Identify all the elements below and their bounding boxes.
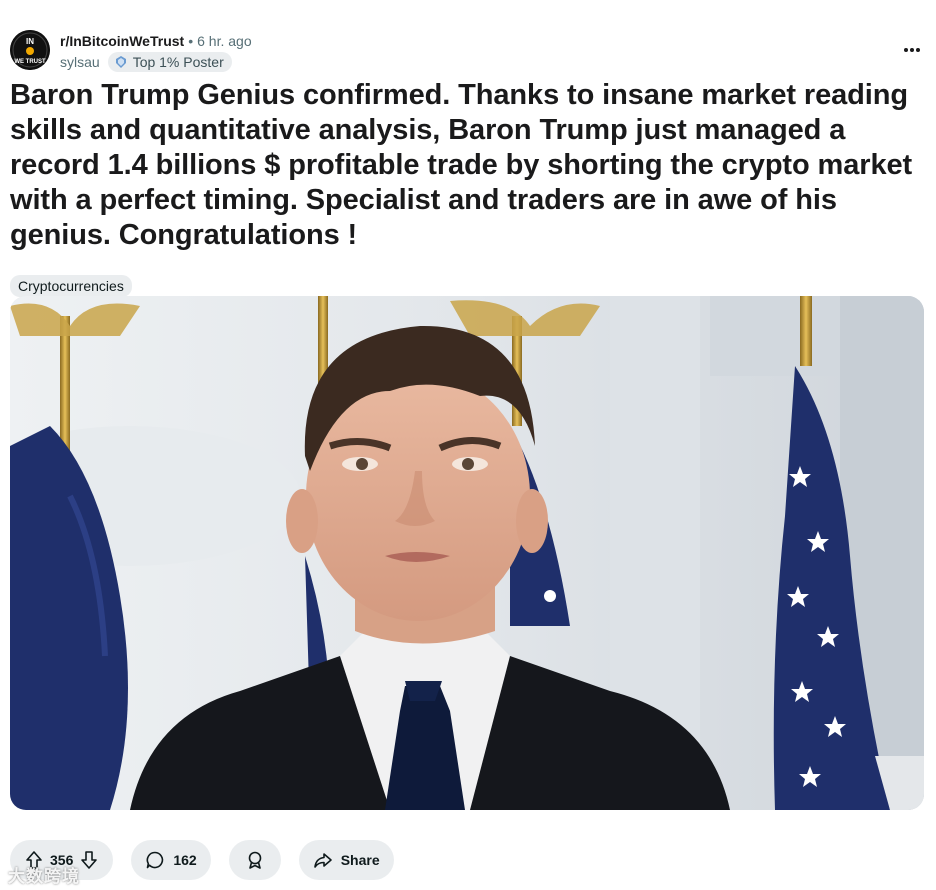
downvote-icon: [81, 851, 98, 869]
watermark-text: 大数跨境: [8, 867, 80, 886]
share-icon: [313, 853, 332, 868]
ellipsis-icon: [904, 48, 920, 52]
award-button[interactable]: [228, 840, 281, 880]
comment-count: 162: [173, 852, 197, 868]
post-tag[interactable]: Cryptocurrencies: [10, 275, 132, 297]
reddit-post: IN WE TRUST r/InBitcoinWeTrust • 6 hr. ago…: [0, 0, 936, 890]
post-meta: r/InBitcoinWeTrust • 6 hr. ago sylsau Top …: [60, 32, 252, 72]
avatar-text-bottom: WE TRUST: [14, 59, 46, 65]
avatar-logo-icon: IN WE TRUST: [10, 30, 50, 70]
post-header: IN WE TRUST r/InBitcoinWeTrust • 6 hr. ago…: [10, 30, 926, 72]
post-photo: [10, 296, 924, 810]
subreddit-link[interactable]: r/InBitcoinWeTrust: [60, 33, 184, 49]
author-link[interactable]: sylsau: [60, 53, 100, 71]
user-flair: Top 1% Poster: [107, 52, 232, 72]
comments-button[interactable]: 162: [131, 840, 211, 880]
more-options-button[interactable]: [900, 40, 924, 60]
post-time: 6 hr. ago: [197, 33, 252, 49]
flair-badge-icon: [115, 56, 126, 68]
subreddit-avatar[interactable]: IN WE TRUST: [10, 30, 50, 70]
comment-icon: [146, 851, 164, 869]
meta-separator: •: [188, 33, 194, 49]
share-label: Share: [340, 852, 380, 868]
downvote-button[interactable]: [79, 850, 99, 870]
share-button[interactable]: Share: [298, 840, 394, 880]
post-title[interactable]: Baron Trump Genius confirmed. Thanks to …: [10, 78, 930, 253]
post-image[interactable]: [10, 296, 924, 810]
avatar-text-top: IN: [26, 37, 34, 46]
flair-label: Top 1% Poster: [132, 54, 224, 70]
award-icon: [248, 851, 262, 869]
